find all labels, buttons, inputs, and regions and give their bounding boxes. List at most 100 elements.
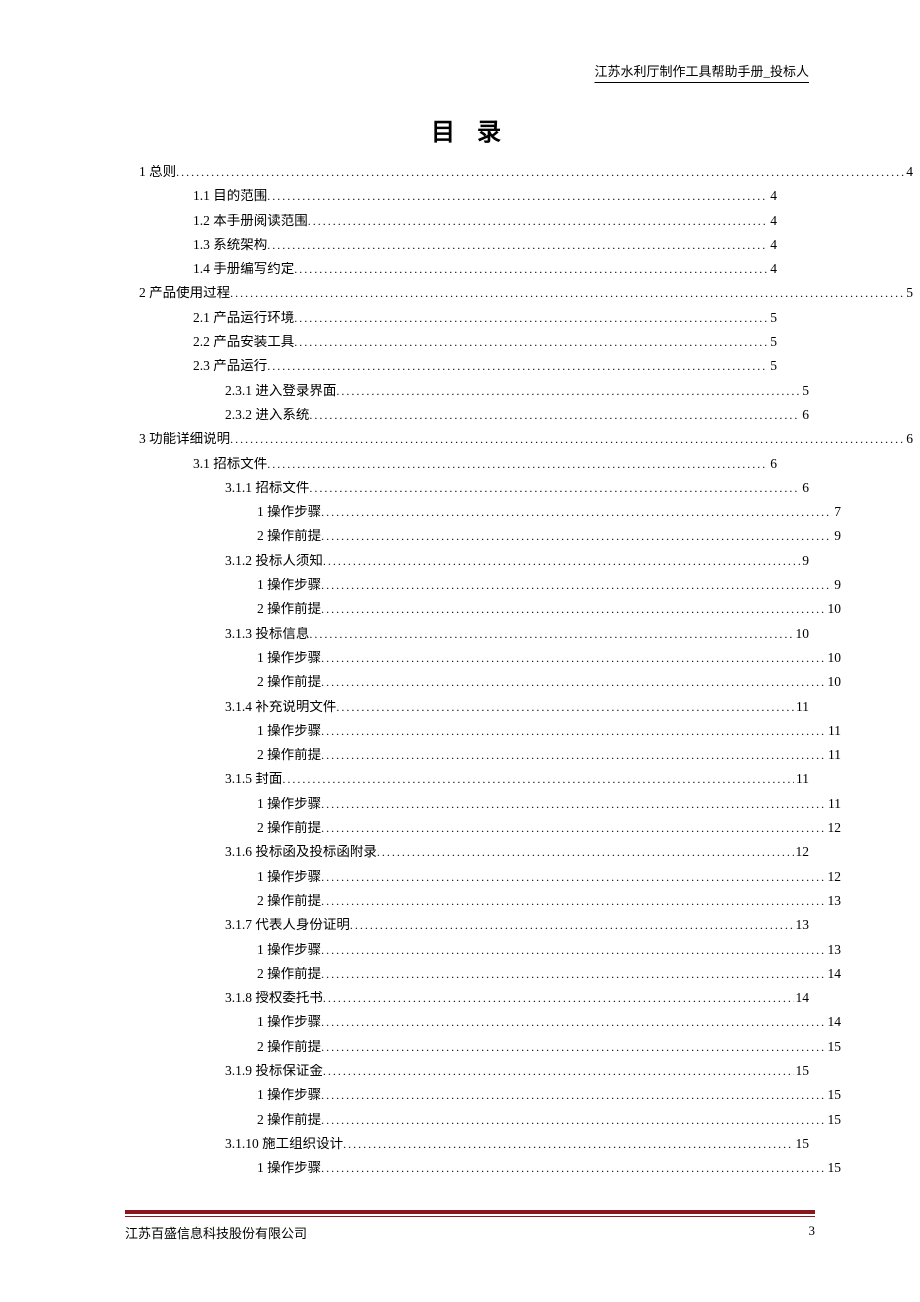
toc-entry: 1.4 手册编写约定4 (125, 262, 777, 286)
running-header: 江苏水利厅制作工具帮助手册_投标人 (125, 61, 815, 80)
toc-entry: 2 操作前提10 (125, 675, 841, 699)
toc-dot-leader (267, 190, 768, 202)
toc-dot-leader (321, 1162, 825, 1174)
toc-entry: 2 操作前提13 (125, 894, 841, 918)
toc-entry: 1 操作步骤13 (125, 943, 841, 967)
toc-entry: 3.1.9 投标保证金15 (125, 1064, 809, 1088)
toc-entry: 1 总则4 (125, 165, 913, 189)
toc-entry: 2 操作前提 14 (125, 967, 841, 991)
toc-entry: 2.2 产品安装工具5 (125, 335, 777, 359)
toc-entry-page: 13 (794, 918, 810, 932)
toc-dot-leader (176, 166, 904, 178)
toc-entry-label: 1 操作步骤 (257, 797, 321, 811)
toc-entry-label: 1.1 目的范围 (193, 189, 267, 203)
toc-dot-leader (309, 628, 793, 640)
toc-entry: 2 操作前提9 (125, 529, 841, 553)
toc-entry: 2.3.1 进入登录界面5 (125, 384, 809, 408)
toc-dot-leader (321, 1114, 825, 1126)
toc-dot-leader (294, 312, 768, 324)
toc-entry-page: 14 (794, 991, 810, 1005)
toc-entry: 3.1.8 授权委托书14 (125, 991, 809, 1015)
toc-dot-leader (294, 263, 768, 275)
toc-dot-leader (321, 871, 825, 883)
toc-entry-label: 1 操作步骤 (257, 505, 321, 519)
toc-dot-leader (321, 652, 825, 664)
toc-dot-leader (321, 725, 826, 737)
toc-entry: 1 操作步骤15 (125, 1161, 841, 1185)
toc-entry-page: 12 (826, 870, 842, 884)
toc-entry: 1 操作步骤14 (125, 1015, 841, 1039)
toc-entry-label: 1 总则 (139, 165, 176, 179)
toc-dot-leader (321, 749, 826, 761)
toc-dot-leader (321, 530, 832, 542)
toc-entry-label: 1 操作步骤 (257, 1161, 321, 1175)
toc-entry-label: 1 操作步骤 (257, 943, 321, 957)
toc-entry-label: 2 操作前提 (257, 1113, 321, 1127)
toc-entry-page: 5 (768, 335, 777, 349)
toc-dot-leader (308, 215, 769, 227)
toc-entry-page: 12 (794, 845, 810, 859)
toc-entry-page: 11 (826, 748, 841, 762)
toc-entry-page: 6 (904, 432, 913, 446)
toc-entry-page: 5 (768, 311, 777, 325)
footer-rule-thin (125, 1216, 815, 1217)
toc-entry: 2 操作前提10 (125, 602, 841, 626)
toc-entry-page: 4 (768, 214, 777, 228)
table-of-contents: 1 总则41.1 目的范围41.2 本手册阅读范围41.3 系统架构41.4 手… (125, 165, 815, 1185)
toc-dot-leader (321, 579, 832, 591)
toc-entry: 1.1 目的范围4 (125, 189, 777, 213)
toc-dot-leader (282, 773, 794, 785)
toc-entry-page: 11 (794, 700, 809, 714)
toc-entry-label: 3.1.3 投标信息 (225, 627, 309, 641)
page-footer: 江苏百盛信息科技股份有限公司 3 (125, 1223, 815, 1242)
toc-dot-leader (321, 506, 832, 518)
toc-entry: 3.1.2 投标人须知9 (125, 554, 809, 578)
toc-dot-leader (323, 992, 794, 1004)
toc-dot-leader (321, 798, 826, 810)
toc-entry: 1 操作步骤10 (125, 651, 841, 675)
toc-entry-page: 9 (832, 529, 841, 543)
toc-dot-leader (321, 603, 825, 615)
toc-entry-label: 3.1.10 施工组织设计 (225, 1137, 343, 1151)
toc-entry-label: 3.1.6 投标函及投标函附录 (225, 845, 377, 859)
toc-entry: 2.3.2 进入系统6 (125, 408, 809, 432)
toc-entry: 3.1.10 施工组织设计 15 (125, 1137, 809, 1161)
toc-entry: 1 操作步骤 12 (125, 870, 841, 894)
toc-entry: 3.1.7 代表人身份证明 13 (125, 918, 809, 942)
toc-dot-leader (230, 433, 904, 445)
toc-entry-page: 10 (826, 651, 842, 665)
toc-dot-leader (377, 846, 794, 858)
toc-entry-label: 2 操作前提 (257, 894, 321, 908)
toc-entry-page: 10 (826, 675, 842, 689)
toc-entry-page: 6 (800, 408, 809, 422)
toc-entry: 1 操作步骤9 (125, 578, 841, 602)
toc-entry-label: 1 操作步骤 (257, 870, 321, 884)
toc-entry-page: 15 (826, 1088, 842, 1102)
toc-dot-leader (309, 409, 800, 421)
toc-entry-page: 14 (826, 1015, 842, 1029)
toc-entry-page: 11 (794, 772, 809, 786)
toc-entry-page: 14 (826, 967, 842, 981)
toc-entry-label: 3.1.4 补充说明文件 (225, 700, 336, 714)
toc-entry-label: 3.1 招标文件 (193, 457, 267, 471)
toc-entry-page: 12 (826, 821, 842, 835)
toc-dot-leader (321, 1041, 825, 1053)
toc-entry: 3.1.4 补充说明文件 11 (125, 700, 809, 724)
toc-entry-label: 3.1.9 投标保证金 (225, 1064, 323, 1078)
toc-entry-label: 2 操作前提 (257, 602, 321, 616)
footer-page-number: 3 (809, 1223, 816, 1242)
toc-entry-label: 2 操作前提 (257, 967, 321, 981)
toc-entry-label: 3.1.7 代表人身份证明 (225, 918, 350, 932)
toc-entry-page: 15 (794, 1137, 810, 1151)
toc-entry: 1 操作步骤11 (125, 797, 841, 821)
toc-dot-leader (267, 239, 768, 251)
toc-entry-page: 5 (904, 286, 913, 300)
toc-entry: 2 操作前提15 (125, 1113, 841, 1137)
toc-entry-page: 7 (832, 505, 841, 519)
toc-dot-leader (230, 287, 904, 299)
toc-entry: 3.1 招标文件6 (125, 457, 777, 481)
toc-entry-page: 6 (800, 481, 809, 495)
toc-dot-leader (321, 676, 825, 688)
toc-entry: 1 操作步骤 7 (125, 505, 841, 529)
toc-dot-leader (309, 482, 800, 494)
